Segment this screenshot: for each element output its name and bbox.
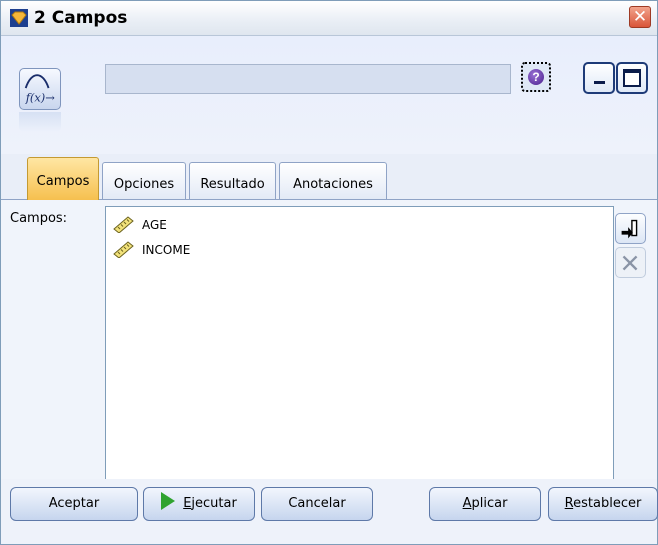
minimize-button[interactable] <box>583 62 615 94</box>
delete-x-icon <box>622 255 638 271</box>
dialog-window: 2 Campos ✕ f(x)→ ? Campos Opciones Resul… <box>0 0 658 545</box>
close-icon: ✕ <box>632 7 648 27</box>
field-picker-icon <box>621 219 638 239</box>
tab-opciones[interactable]: Opciones <box>102 162 186 199</box>
apply-button[interactable]: Aplicar <box>429 487 541 521</box>
svg-text:f(x)→: f(x)→ <box>25 90 56 104</box>
field-name: INCOME <box>142 243 191 257</box>
maximize-icon <box>623 69 641 87</box>
node-header: f(x)→ ? <box>1 36 657 154</box>
run-button[interactable]: Ejecutar <box>143 487 255 521</box>
reset-mnemonic: R <box>564 496 574 511</box>
field-name: AGE <box>142 218 167 232</box>
play-icon <box>161 492 176 510</box>
tab-bar: Campos Opciones Resultado Anotaciones <box>1 154 657 200</box>
tab-resultado[interactable]: Resultado <box>189 162 276 199</box>
button-bar: Aceptar Ejecutar Cancelar Aplicar Restab… <box>1 479 658 544</box>
node-name-field[interactable] <box>105 64 511 94</box>
diamond-node-icon <box>10 9 28 27</box>
close-button[interactable]: ✕ <box>629 6 651 28</box>
help-button[interactable]: ? <box>521 62 551 92</box>
tab-anotaciones[interactable]: Anotaciones <box>279 162 387 199</box>
maximize-button[interactable] <box>616 62 648 94</box>
fields-label: Campos: <box>10 211 68 226</box>
window-title: 2 Campos <box>34 8 128 28</box>
title-bar[interactable]: 2 Campos ✕ <box>1 1 657 36</box>
reset-button[interactable]: Restablecer <box>548 487 658 521</box>
run-label: jecutar <box>191 496 237 511</box>
pick-fields-button[interactable] <box>615 213 646 244</box>
cancel-button[interactable]: Cancelar <box>261 487 373 521</box>
fields-listbox[interactable]: AGE INCOME <box>105 206 614 485</box>
remove-field-button[interactable] <box>615 247 646 278</box>
ruler-continuous-icon <box>113 216 134 233</box>
minimize-icon <box>594 81 605 84</box>
reset-label: establecer <box>573 496 642 511</box>
apply-label: plicar <box>471 496 508 511</box>
tab-content: Campos: AGE INCOME <box>1 200 657 485</box>
help-icon: ? <box>528 69 544 85</box>
ruler-continuous-icon <box>113 241 134 258</box>
tab-campos[interactable]: Campos <box>27 157 99 200</box>
icon-reflection <box>19 112 61 132</box>
function-fx-icon: f(x)→ <box>19 68 61 110</box>
ok-button[interactable]: Aceptar <box>10 487 138 521</box>
